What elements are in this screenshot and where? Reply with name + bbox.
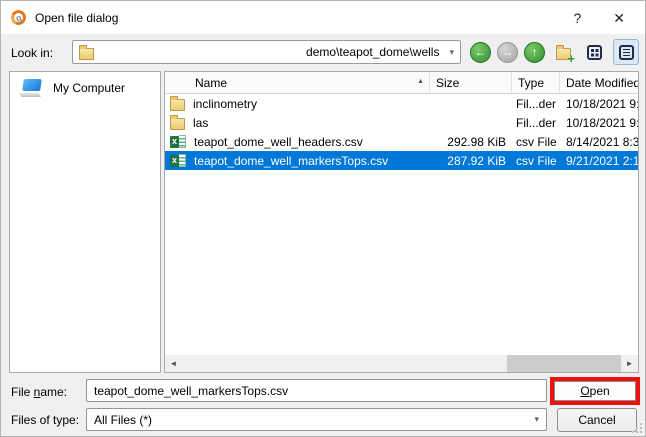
navigation-toolbar: ← → ↑ + xyxy=(470,39,639,65)
app-logo-icon: g xyxy=(9,8,28,27)
file-name: teapot_dome_well_markersTops.csv xyxy=(194,153,389,168)
column-header-type[interactable]: Type xyxy=(512,72,560,93)
sort-ascending-icon: ▲ xyxy=(417,78,424,85)
files-of-type-value: All Files (*) xyxy=(94,412,153,427)
csv-file-icon: x xyxy=(170,134,186,149)
sidebar-item-label: My Computer xyxy=(53,81,126,95)
list-header: Name ▲ Size Type Date Modified xyxy=(165,72,638,94)
file-name: teapot_dome_well_headers.csv xyxy=(194,134,363,149)
files-of-type-label: Files of type: xyxy=(11,413,80,427)
file-name-label: File name: xyxy=(11,385,68,399)
list-view-icon xyxy=(586,44,602,60)
places-sidebar: My Computer xyxy=(9,71,161,373)
file-name: inclinometry xyxy=(193,96,258,111)
scroll-right-icon[interactable]: ► xyxy=(621,355,638,372)
list-view-button[interactable] xyxy=(581,39,607,65)
open-button[interactable]: Open xyxy=(554,381,636,401)
files-of-type-combobox[interactable]: All Files (*) ▾ xyxy=(86,408,547,431)
look-in-combobox[interactable]: demo\teapot_dome\wells ▾ xyxy=(72,40,461,64)
file-date: 9/21/2021 2:1 xyxy=(566,153,638,168)
look-in-label: Look in: xyxy=(11,46,54,60)
plus-icon: + xyxy=(567,51,575,66)
column-label: Size xyxy=(436,75,460,90)
current-path: demo\teapot_dome\wells xyxy=(306,45,440,59)
chevron-down-icon: ▾ xyxy=(449,46,454,57)
file-type: Fil...der xyxy=(516,96,557,111)
scrollbar-thumb[interactable] xyxy=(506,355,621,372)
column-label: Name xyxy=(195,75,228,90)
detail-view-icon xyxy=(618,44,634,60)
column-label: Date Modified xyxy=(566,75,638,90)
scroll-left-icon[interactable]: ◄ xyxy=(165,355,182,372)
file-size xyxy=(430,94,512,113)
file-list: Name ▲ Size Type Date Modified inclinome… xyxy=(164,71,639,373)
file-name-input[interactable]: teapot_dome_well_markersTops.csv xyxy=(86,379,547,402)
new-folder-button[interactable]: + xyxy=(551,40,575,66)
file-size: 292.98 KiB xyxy=(447,134,506,149)
file-type: csv File xyxy=(516,153,557,168)
close-button[interactable]: ✕ xyxy=(613,11,625,25)
table-row[interactable]: las Fil...der 10/18/2021 9: xyxy=(165,113,638,132)
help-button[interactable]: ? xyxy=(573,11,581,25)
file-name-value: teapot_dome_well_markersTops.csv xyxy=(94,383,289,398)
file-name: las xyxy=(193,115,209,130)
titlebar-buttons: ? ✕ xyxy=(573,11,635,25)
folder-icon xyxy=(170,115,185,130)
file-date: 10/18/2021 9: xyxy=(566,96,638,111)
file-type: Fil...der xyxy=(516,115,557,130)
table-row[interactable]: inclinometry Fil...der 10/18/2021 9: xyxy=(165,94,638,113)
window-title: Open file dialog xyxy=(35,10,119,25)
forward-button[interactable]: → xyxy=(497,41,518,63)
column-header-size[interactable]: Size xyxy=(430,72,512,93)
resize-grip[interactable] xyxy=(632,423,642,433)
file-date: 10/18/2021 9: xyxy=(566,115,638,130)
column-header-name[interactable]: Name ▲ xyxy=(165,72,430,93)
computer-icon xyxy=(18,79,44,97)
csv-file-icon: x xyxy=(170,153,186,168)
file-size xyxy=(430,113,512,132)
back-button[interactable]: ← xyxy=(470,41,491,63)
up-button[interactable]: ↑ xyxy=(524,41,545,63)
column-label: Type xyxy=(518,75,545,90)
cancel-button[interactable]: Cancel xyxy=(557,408,637,432)
horizontal-scrollbar[interactable]: ◄ ► xyxy=(165,355,638,372)
title-bar[interactable]: g Open file dialog ? ✕ xyxy=(1,1,645,34)
column-header-date-modified[interactable]: Date Modified xyxy=(560,72,638,93)
detail-view-button[interactable] xyxy=(613,39,639,65)
folder-icon xyxy=(170,96,185,111)
chevron-down-icon: ▾ xyxy=(534,414,539,424)
file-size: 287.92 KiB xyxy=(447,153,506,168)
folder-icon xyxy=(79,44,94,60)
open-file-dialog: g Open file dialog ? ✕ Look in: demo\tea… xyxy=(0,0,646,437)
table-row-selected[interactable]: x teapot_dome_well_markersTops.csv 287.9… xyxy=(165,151,638,170)
annotation-highlight: Open xyxy=(550,377,640,405)
scrollbar-track[interactable] xyxy=(182,355,621,372)
file-date: 8/14/2021 8:3 xyxy=(566,134,638,149)
sidebar-item-my-computer[interactable]: My Computer xyxy=(10,72,160,97)
table-row[interactable]: x teapot_dome_well_headers.csv 292.98 Ki… xyxy=(165,132,638,151)
file-type: csv File xyxy=(516,134,557,149)
